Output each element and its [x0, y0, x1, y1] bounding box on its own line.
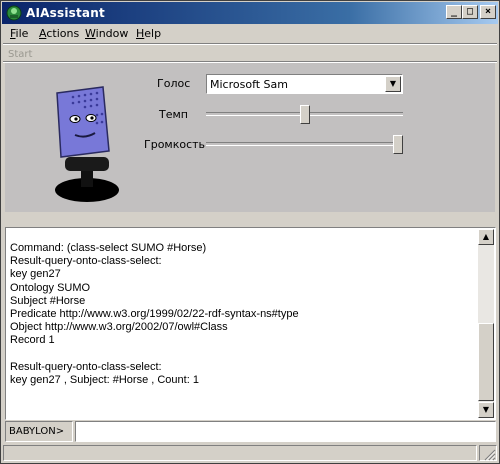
console-line: Subject #Horse — [10, 294, 86, 307]
maximize-button[interactable]: □ — [462, 5, 478, 19]
menu-help-label: elp — [144, 27, 162, 40]
menu-file-label: ile — [15, 27, 29, 40]
command-input[interactable] — [75, 421, 496, 442]
menu-window-mnemonic: W — [85, 27, 96, 40]
minimize-button[interactable]: _ — [446, 5, 462, 19]
menu-window[interactable]: Window — [85, 27, 128, 40]
splitter[interactable] — [3, 213, 497, 227]
menu-bar: File Actions Window Help — [2, 24, 498, 43]
rate-slider[interactable] — [206, 104, 403, 124]
window-title: AIAssistant — [26, 6, 105, 20]
console-line: Object http://www.w3.org/2002/07/owl#Cla… — [10, 321, 228, 334]
volume-slider-thumb[interactable] — [393, 135, 403, 154]
volume-slider[interactable] — [206, 134, 403, 154]
console-line: Record 1 — [10, 334, 55, 347]
console-line: key gen27 , Subject: #Horse , Count: 1 — [10, 374, 199, 387]
menu-window-label: indow — [95, 27, 129, 40]
menu-separator — [3, 43, 497, 45]
prompt-label: BABYLON> — [5, 421, 73, 442]
menu-actions[interactable]: Actions — [39, 27, 79, 40]
start-button[interactable]: Start — [8, 49, 32, 60]
command-row: BABYLON> — [5, 421, 496, 442]
volume-slider-track — [206, 142, 403, 146]
console-lines: Command: (class-select SUMO #Horse) Resul… — [10, 242, 470, 387]
scrollbar-thumb[interactable] — [478, 323, 494, 401]
app-icon — [6, 5, 22, 21]
voice-label: Голос — [157, 77, 191, 90]
console-line: Predicate http://www.w3.org/1999/02/22-r… — [10, 308, 299, 321]
vertical-scrollbar[interactable]: ▲ ▼ — [478, 229, 494, 418]
rate-slider-thumb[interactable] — [300, 105, 310, 124]
menu-file[interactable]: File — [10, 27, 28, 40]
console-output[interactable]: Command: (class-select SUMO #Horse) Resul… — [5, 227, 496, 420]
menu-help[interactable]: Help — [136, 27, 161, 40]
console-line: Command: (class-select SUMO #Horse) — [10, 242, 207, 254]
title-bar[interactable]: AIAssistant _ □ × — [2, 2, 498, 24]
scroll-up-icon[interactable]: ▲ — [478, 229, 494, 245]
menu-actions-label: ctions — [46, 27, 80, 40]
scroll-down-icon[interactable]: ▼ — [478, 402, 494, 418]
volume-label: Громкость — [144, 138, 206, 151]
status-cell — [3, 445, 477, 461]
voice-select-value: Microsoft Sam — [210, 78, 288, 91]
microphone-character-icon — [55, 86, 119, 202]
console-line: Result-query-onto-class-select: — [10, 360, 162, 373]
rate-label: Темп — [159, 108, 188, 121]
console-line: Ontology SUMO — [10, 281, 91, 294]
main-window: AIAssistant _ □ × File Actions Window He… — [0, 0, 500, 464]
close-button[interactable]: × — [480, 5, 496, 19]
console-line: Result-query-onto-class-select: — [10, 255, 162, 268]
console-line: key gen27 — [10, 268, 61, 281]
resize-grip-icon[interactable] — [484, 449, 496, 461]
status-bar — [3, 444, 497, 462]
voice-select[interactable]: Microsoft Sam ▼ — [206, 74, 403, 94]
chevron-down-icon[interactable]: ▼ — [385, 76, 401, 92]
